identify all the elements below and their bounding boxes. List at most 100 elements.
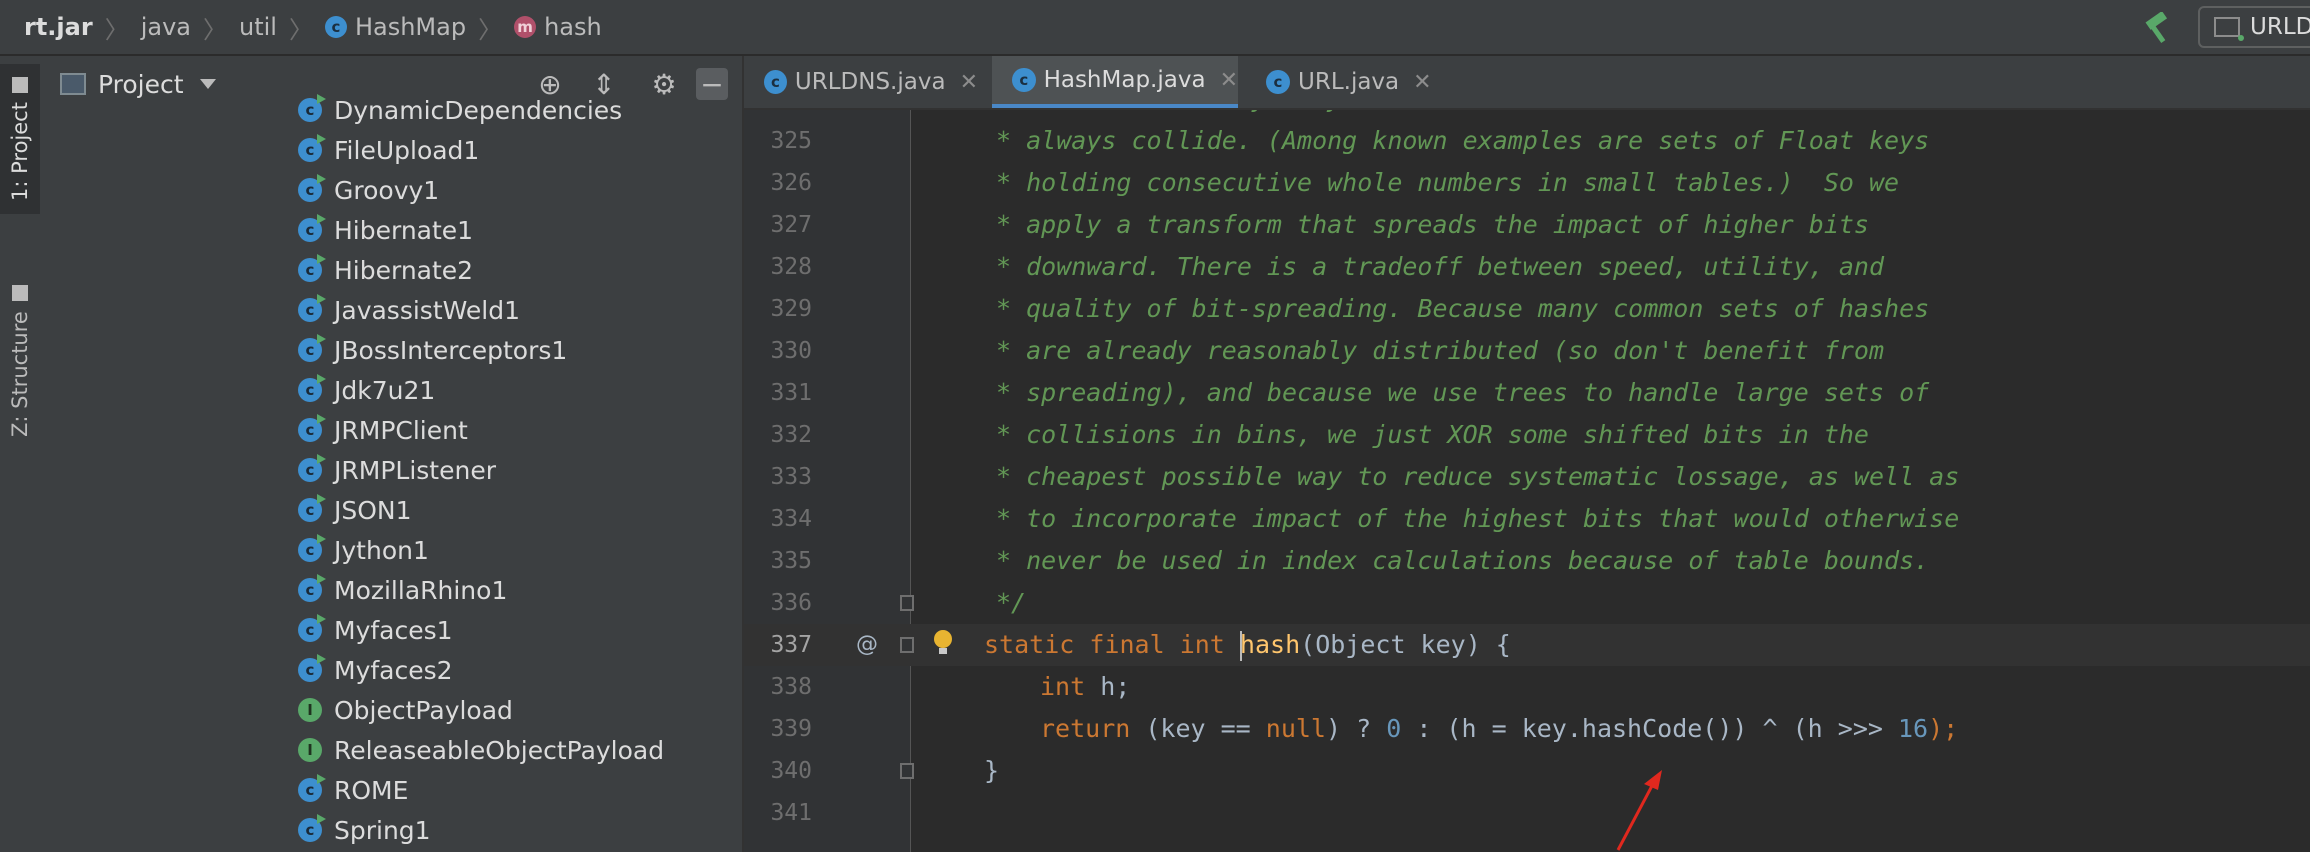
left-tool-strip: 1: Project Z: Structure [0,56,41,852]
tool-tab-structure[interactable]: Z: Structure [0,246,40,476]
code-line[interactable]: 324 * hashes that vary only in bits above… [744,110,2310,120]
line-number: 339 [770,716,812,742]
class-icon: c [298,574,326,602]
chevron-down-icon[interactable] [199,79,216,89]
class-icon: c [298,614,326,642]
keyword: int [1040,672,1086,701]
code-text: * cheapest possible way to reduce system… [996,462,1960,491]
tree-item-label: JSON1 [334,495,412,525]
tree-item-label: Spring1 [334,815,431,845]
close-icon[interactable]: ✕ [1413,70,1431,95]
close-icon[interactable]: ✕ [1220,68,1238,93]
tree-item[interactable]: c DynamicDependencies [298,90,622,130]
breadcrumb-item-hash[interactable]: m hash [502,13,602,41]
tree-item[interactable]: c JBossInterceptors1 [298,330,567,370]
code-token: ); [1928,714,1959,743]
tree-item[interactable]: I ReleaseableObjectPayload [298,730,664,770]
breadcrumb-item-hashmap[interactable]: c HashMap [313,13,466,41]
code-line[interactable]: 341 [744,792,2310,834]
tree-item[interactable]: c Hibernate1 [298,210,473,250]
line-number: 340 [770,758,812,784]
tree-item[interactable]: c JSON1 [298,490,412,530]
tree-item[interactable]: c ROME [298,770,408,810]
tree-item[interactable]: c Groovy1 [298,170,439,210]
code-line[interactable]: 330 * are already reasonably distributed … [744,330,2310,372]
tab-url-java[interactable]: c URL.java ✕ [1246,56,1446,108]
build-hammer-icon[interactable] [2140,12,2176,44]
code-line[interactable]: 338 int h; [744,666,2310,708]
tab-hashmap-java[interactable]: c HashMap.java ✕ [992,56,1238,108]
keyword: static [984,630,1075,659]
code-line[interactable]: 337 @ static final int hash(Object key) { [744,624,2310,666]
code-line[interactable]: 331 * spreading), and because we use tree… [744,372,2310,414]
breadcrumb-item-rt-jar[interactable]: rt.jar [0,13,93,41]
class-icon: c [298,654,326,682]
fold-marker-icon[interactable] [900,595,914,611]
tree-item[interactable]: c Jython1 [298,530,429,570]
keyword: return [1040,714,1131,743]
code-editor[interactable]: 324 * hashes that vary only in bits above… [744,110,2310,852]
tree-item[interactable]: I ObjectPayload [298,690,513,730]
code-line[interactable]: 327 * apply a transform that spreads the … [744,204,2310,246]
tree-item-label: Jdk7u21 [334,375,436,405]
tool-tab-project[interactable]: 1: Project [0,64,40,214]
tree-item[interactable]: c Myfaces2 [298,650,453,690]
tree-item[interactable]: c Jdk7u21 [298,370,435,410]
breadcrumb-item-java[interactable]: java [129,13,191,41]
code-line[interactable]: 339 return (key == null) ? 0 : (h = key.h… [744,708,2310,750]
class-icon: c [298,454,326,482]
close-icon[interactable]: ✕ [960,70,978,95]
tree-item[interactable]: c Spring1 [298,810,431,850]
gear-icon[interactable]: ⚙ [648,68,680,101]
number-literal: 0 [1386,714,1402,743]
structure-icon [12,285,28,302]
class-icon: c [298,814,326,842]
breadcrumb-separator: 〉 [478,15,503,44]
tree-item[interactable]: c JavassistWeld1 [298,290,520,330]
code-line[interactable]: 333 * cheapest possible way to reduce sys… [744,456,2310,498]
tree-item-label: JavassistWeld1 [334,295,520,325]
code-line[interactable]: 329 * quality of bit-spreading. Because m… [744,288,2310,330]
fold-marker-icon[interactable] [900,763,914,779]
line-number: 335 [770,548,812,574]
code-line[interactable]: 340} [744,750,2310,792]
code-line[interactable]: 335 * never be used in index calculations… [744,540,2310,582]
code-text: } [984,756,1000,785]
tree-item[interactable]: c FileUpload1 [298,130,479,170]
project-view-selector[interactable]: Project [98,70,184,99]
run-configuration-selector[interactable]: URLD [2198,6,2310,48]
line-number: 331 [770,380,812,406]
code-text: * hashes that vary only in bits above th… [996,110,1884,120]
tree-item[interactable]: c JRMPClient [298,410,468,450]
code-line[interactable]: 326 * holding consecutive whole numbers i… [744,162,2310,204]
class-icon: c [1266,70,1290,94]
class-icon: c [324,16,347,38]
code-line[interactable]: 328 * downward. There is a tradeoff betwe… [744,246,2310,288]
hide-panel-icon[interactable]: − [696,68,728,101]
tree-item[interactable]: c MozillaRhino1 [298,570,507,610]
interface-icon: I [298,698,322,722]
code-token: h; [1085,672,1131,701]
tree-item-label: JBossInterceptors1 [334,335,568,365]
tree-item[interactable]: c JRMPListener [298,450,496,490]
code-text: * quality of bit-spreading. Because many… [996,294,1930,323]
code-line[interactable]: 334 * to incorporate impact of the highes… [744,498,2310,540]
tab-urldns-java[interactable]: c URLDNS.java ✕ [744,56,978,108]
tree-item[interactable]: c Hibernate2 [298,250,473,290]
code-line[interactable]: 325 * always collide. (Among known exampl… [744,120,2310,162]
fold-marker-icon[interactable] [900,637,914,653]
tree-item-label: FileUpload1 [334,135,480,165]
code-text: * collisions in bins, we just XOR some s… [996,420,1869,449]
lightbulb-icon[interactable] [934,630,952,654]
code-line[interactable]: 332 * collisions in bins, we just XOR som… [744,414,2310,456]
breadcrumb-separator: 〉 [202,15,227,44]
override-marker-icon[interactable]: @ [856,624,878,666]
number-literal: 16 [1897,714,1929,743]
code-line[interactable]: 336 */ [744,582,2310,624]
line-number: 330 [770,338,812,364]
class-icon: c [298,774,326,802]
breadcrumb-item-util[interactable]: util [227,13,277,41]
method-name: hash [1239,630,1301,659]
code-text: */ [996,588,1027,617]
tree-item[interactable]: c Myfaces1 [298,610,453,650]
